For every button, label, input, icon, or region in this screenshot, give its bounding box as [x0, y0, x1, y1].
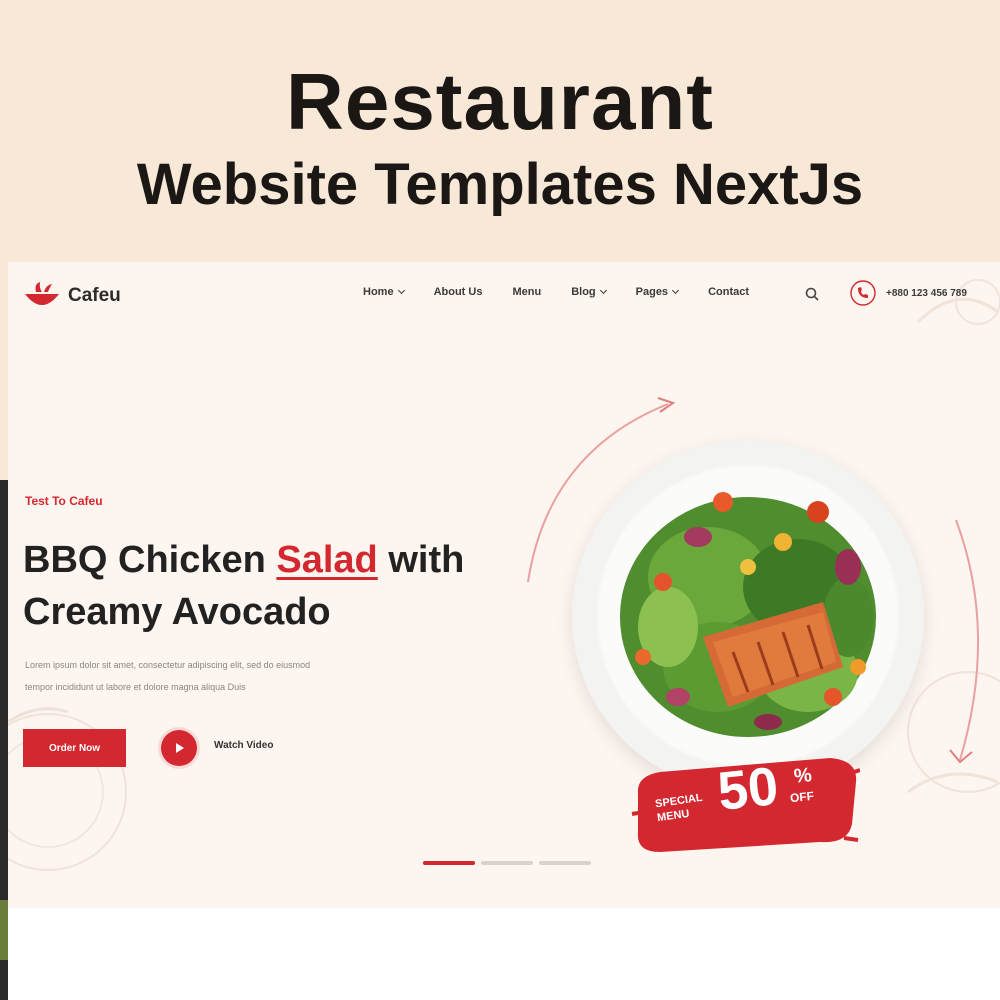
chevron-down-icon — [397, 286, 405, 295]
hero-slider-pagination — [423, 861, 591, 865]
nav-item-about-us[interactable]: About Us — [434, 286, 483, 298]
brand-name: Cafeu — [68, 285, 121, 306]
banner-title: Restaurant — [286, 57, 714, 146]
chevron-down-icon — [672, 286, 680, 295]
bowl-logo-icon — [25, 282, 59, 305]
play-icon — [176, 743, 184, 753]
nav-item-pages[interactable]: Pages — [636, 286, 680, 298]
badge-off-text: OFF — [789, 788, 815, 806]
promo-banner: Restaurant Website Templates NextJs — [0, 0, 1000, 262]
slider-dot-2[interactable] — [481, 861, 533, 865]
order-now-button[interactable]: Order Now — [23, 729, 126, 767]
nav-item-home[interactable]: Home — [363, 286, 405, 298]
badge-percent-sign: % — [792, 764, 813, 788]
hero-headline: BBQ Chicken Salad with Creamy Avocado — [23, 539, 465, 633]
decor-sketch-left — [8, 707, 127, 871]
left-edge-strip — [0, 480, 8, 1000]
website-screenshot: Cafeu Home About Us Menu Blog Pages Cont… — [8, 262, 1000, 1000]
brand-logo[interactable]: Cafeu — [22, 280, 121, 312]
banner-subtitle: Website Templates NextJs — [136, 152, 864, 217]
phone-icon — [850, 280, 876, 306]
nav-item-contact[interactable]: Contact — [708, 286, 749, 298]
slider-dot-3[interactable] — [539, 861, 591, 865]
main-menu: Home About Us Menu Blog Pages Contact — [363, 286, 779, 298]
hero-eyebrow: Test To Cafeu — [25, 494, 103, 508]
nav-item-menu[interactable]: Menu — [512, 286, 541, 298]
watch-video-link[interactable]: Watch Video — [214, 740, 273, 751]
play-video-button[interactable] — [158, 727, 200, 769]
slider-dot-1[interactable] — [423, 861, 475, 865]
phone-number: +880 123 456 789 — [886, 287, 967, 299]
badge-discount-number: 50 — [715, 756, 782, 822]
top-navigation: Cafeu Home About Us Menu Blog Pages Cont… — [8, 262, 1000, 332]
nav-item-blog[interactable]: Blog — [571, 286, 607, 298]
search-icon[interactable] — [804, 286, 820, 302]
hero-description: Lorem ipsum dolor sit amet, consectetur … — [25, 660, 311, 692]
curved-arrow-right — [949, 519, 979, 764]
headline-accent: Salad — [276, 539, 378, 581]
phone-contact[interactable]: +880 123 456 789 — [850, 280, 967, 306]
salad-food-image — [620, 492, 876, 737]
chevron-down-icon — [599, 286, 607, 295]
next-section — [8, 908, 1000, 1000]
